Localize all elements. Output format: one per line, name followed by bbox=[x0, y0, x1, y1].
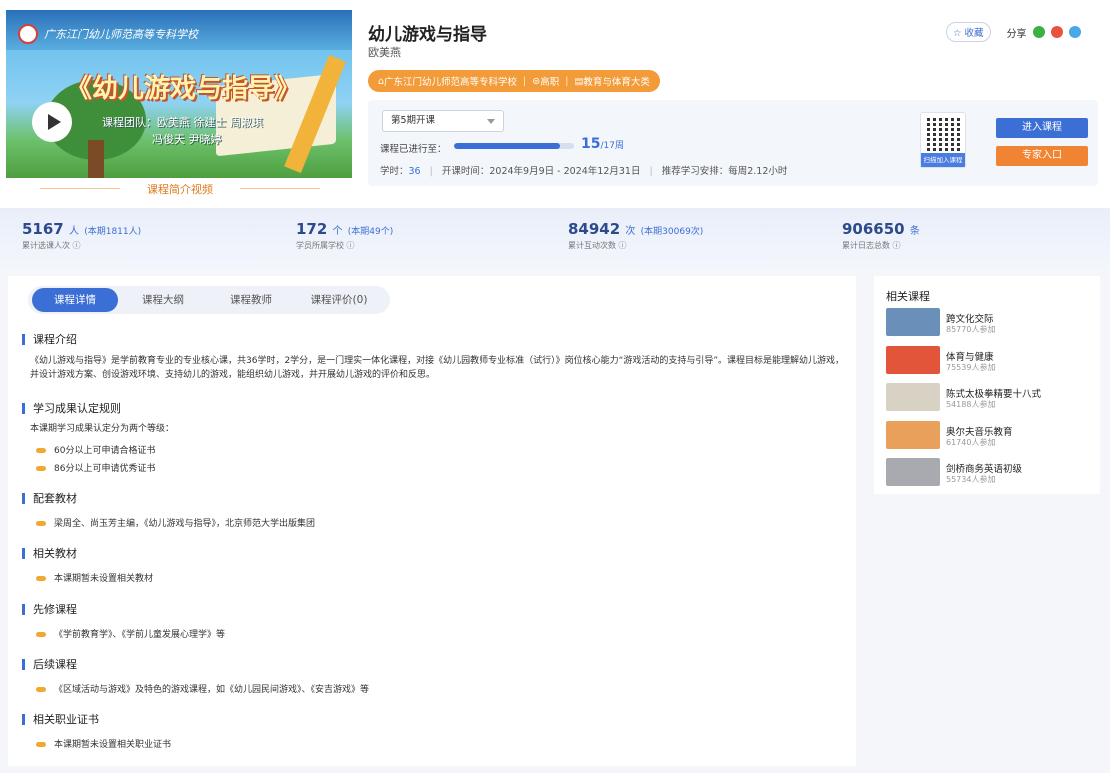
favorite-button[interactable]: ☆ 收藏 bbox=[946, 22, 991, 42]
video-team: 课程团队：欧美燕 徐建士 周淑琪 冯俊天 尹晓婷 bbox=[102, 114, 263, 148]
stat-interactions: 84942 次 (本期30069次) 累计互动次数 ⓘ bbox=[568, 220, 704, 250]
stat-schools: 172 个 (本期49个) 学员所属学校 ⓘ bbox=[296, 220, 394, 250]
school-logo-icon bbox=[18, 24, 38, 44]
detail-tabs: 课程详情 课程大纲 课程教师 课程评价(0) bbox=[28, 286, 390, 314]
related-course-card[interactable]: 跨文化交际 85770人参加 bbox=[886, 308, 1096, 338]
follow-item: 《区域活动与游戏》及特色的游戏课程，如《幼儿园民间游戏》、《安吉游戏》等 bbox=[36, 682, 369, 695]
star-icon: ☆ bbox=[953, 28, 965, 39]
section-related-books-title: 相关教材 bbox=[22, 548, 77, 559]
header-actions: ☆ 收藏 分享 bbox=[946, 22, 1081, 42]
video-caption: 课程简介视频 bbox=[30, 181, 330, 197]
tag-level: 高职 bbox=[540, 77, 560, 88]
section-prereq-title: 先修课程 bbox=[22, 604, 77, 615]
stat-enrollments: 5167 人 (本期1811人) 累计选课人次 ⓘ bbox=[22, 220, 142, 250]
category-icon: ▤ bbox=[574, 75, 584, 87]
section-cert-title: 相关职业证书 bbox=[22, 714, 99, 725]
progress-count: 15/17周 bbox=[581, 136, 624, 152]
enter-course-button[interactable]: 进入课程 bbox=[996, 118, 1088, 138]
related-course-thumb bbox=[886, 383, 940, 411]
related-course-thumb bbox=[886, 346, 940, 374]
course-info-box: 第5期开课 课程已进行至： 15/17周 学时：36 | 开课时间：2024年9… bbox=[368, 100, 1098, 186]
related-course-thumb bbox=[886, 421, 940, 449]
section-intro-text: 《幼儿游戏与指导》是学前教育专业的专业核心课，共36学时，2学分，是一门理实一体… bbox=[30, 356, 845, 380]
weekly-plan: 推荐学习安排：每周2.12小时 bbox=[661, 166, 788, 177]
related-course-card[interactable]: 陈式太极拳精要十八式 54188人参加 bbox=[886, 383, 1096, 413]
course-title: 幼儿游戏与指导 bbox=[368, 25, 487, 45]
video-school-name: 广东江门幼儿师范高等专科学校 bbox=[44, 28, 198, 41]
related-courses-title: 相关课程 bbox=[886, 290, 930, 303]
tab-reviews[interactable]: 课程评价(0) bbox=[296, 288, 382, 312]
video-title: 《幼儿游戏与指导》 bbox=[66, 74, 301, 104]
progress-label: 课程已进行至： bbox=[380, 144, 447, 155]
tag-school: 广东江门幼儿师范高等专科学校 bbox=[384, 77, 518, 88]
section-rules-title: 学习成果认定规则 bbox=[22, 403, 121, 414]
wechat-share-icon[interactable] bbox=[1032, 26, 1045, 38]
related-books-item: 本课期暂未设置相关教材 bbox=[36, 571, 153, 584]
weibo-share-icon[interactable] bbox=[1050, 26, 1063, 38]
prereq-item: 《学前教育学》、《学前儿童发展心理学》等 bbox=[36, 627, 225, 640]
course-stats: 5167 人 (本期1811人) 累计选课人次 ⓘ 172 个 (本期49个) … bbox=[0, 208, 1110, 270]
qr-code-icon bbox=[927, 117, 961, 151]
textbook-item: 梁周全、尚玉芳主编，《幼儿游戏与指导》，北京师范大学出版集团 bbox=[36, 516, 315, 529]
chevron-down-icon bbox=[487, 119, 495, 124]
progress-bar bbox=[454, 143, 574, 149]
related-course-card[interactable]: 剑桥商务英语初级 55734人参加 bbox=[886, 458, 1096, 488]
related-course-thumb bbox=[886, 458, 940, 486]
course-tags: ⌂ 广东江门幼儿师范高等专科学校 | ⊜ 高职 | ▤ 教育与体育大类 bbox=[368, 70, 660, 92]
course-detail-panel: 课程详情 课程大纲 课程教师 课程评价(0) 课程介绍 《幼儿游戏与指导》是学前… bbox=[8, 276, 856, 766]
tab-details[interactable]: 课程详情 bbox=[32, 288, 118, 312]
section-textbook-title: 配套教材 bbox=[22, 493, 77, 504]
course-header: 广东江门幼儿师范高等专科学校 《幼儿游戏与指导》 课程团队：欧美燕 徐建士 周淑… bbox=[0, 0, 1110, 208]
video-team-line1: 课程团队：欧美燕 徐建士 周淑琪 bbox=[102, 116, 263, 129]
term-select[interactable]: 第5期开课 bbox=[382, 110, 504, 132]
course-meta: 学时：36 | 开课时间：2024年9月9日 - 2024年12月31日 | 推… bbox=[380, 166, 788, 177]
stat-logs: 906650 条 累计日志总数 ⓘ bbox=[842, 220, 920, 250]
video-team-line2: 冯俊天 尹晓婷 bbox=[152, 133, 222, 146]
join-qr-code: 扫描加入课程 bbox=[920, 112, 966, 168]
section-intro-title: 课程介绍 bbox=[22, 334, 77, 345]
tab-outline[interactable]: 课程大纲 bbox=[120, 288, 206, 312]
tab-teachers[interactable]: 课程教师 bbox=[208, 288, 294, 312]
course-intro-video[interactable]: 广东江门幼儿师范高等专科学校 《幼儿游戏与指导》 课程团队：欧美燕 徐建士 周淑… bbox=[6, 10, 352, 178]
level-icon: ⊜ bbox=[532, 75, 541, 87]
related-course-card[interactable]: 奥尔夫音乐教育 61740人参加 bbox=[886, 421, 1096, 451]
related-course-card[interactable]: 体育与健康 75539人参加 bbox=[886, 346, 1096, 376]
rules-item: 86分以上可申请优秀证书 bbox=[36, 461, 155, 474]
rules-intro: 本课期学习成果认定分为两个等级： bbox=[30, 424, 175, 434]
rules-item: 60分以上可申请合格证书 bbox=[36, 443, 155, 456]
expert-entry-button[interactable]: 专家入口 bbox=[996, 146, 1088, 166]
related-course-thumb bbox=[886, 308, 940, 336]
play-icon[interactable] bbox=[32, 102, 72, 142]
course-teacher: 欧美燕 bbox=[368, 46, 401, 59]
related-courses-panel: 相关课程 跨文化交际 85770人参加 体育与健康 75539人参加 陈式太极拳… bbox=[874, 276, 1100, 494]
cert-item: 本课期暂未设置相关职业证书 bbox=[36, 737, 171, 750]
progress-fill bbox=[454, 143, 560, 149]
tag-category: 教育与体育大类 bbox=[583, 77, 650, 88]
qq-share-icon[interactable] bbox=[1068, 26, 1081, 38]
section-follow-title: 后续课程 bbox=[22, 659, 77, 670]
course-dates: 开课时间：2024年9月9日 - 2024年12月31日 bbox=[441, 166, 641, 177]
share-label: 分享 bbox=[1006, 28, 1027, 40]
